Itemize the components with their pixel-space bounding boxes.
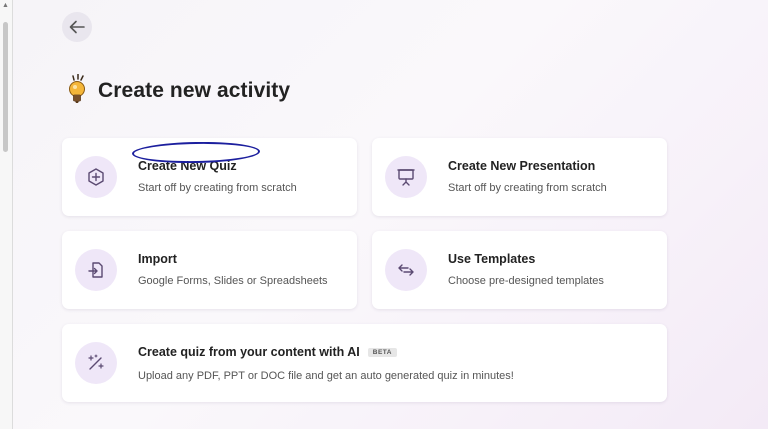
back-button[interactable] [62, 12, 92, 42]
page-title: Create new activity [98, 79, 291, 102]
import-icon [88, 262, 103, 278]
ai-quiz-icon-circle [75, 342, 117, 384]
ai-quiz-subtitle: Upload any PDF, PPT or DOC file and get … [138, 370, 514, 382]
create-new-presentation-card[interactable]: Create New Presentation Start off by cre… [372, 138, 667, 216]
swap-arrows-icon [398, 264, 414, 276]
create-new-quiz-card[interactable]: Create New Quiz Start off by creating fr… [62, 138, 357, 216]
create-activity-page: Create new activity Create New Quiz Star… [13, 0, 768, 429]
magic-wand-icon [88, 354, 104, 370]
use-templates-title: Use Templates [448, 252, 536, 266]
templates-icon-circle [385, 249, 427, 291]
create-new-presentation-subtitle: Start off by creating from scratch [448, 182, 607, 194]
create-quiz-with-ai-card[interactable]: Create quiz from your content with AI BET… [62, 324, 667, 402]
plus-circle-icon [88, 168, 104, 186]
title-row: Create new activity [64, 74, 290, 108]
scroll-up-icon[interactable]: ▲ [2, 2, 9, 9]
import-subtitle: Google Forms, Slides or Spreadsheets [138, 275, 328, 287]
back-arrow-icon [69, 20, 85, 34]
ai-quiz-title-row: Create quiz from your content with AI BET… [138, 345, 397, 359]
lightbulb-icon [69, 74, 85, 103]
create-new-presentation-title: Create New Presentation [448, 159, 596, 173]
use-templates-subtitle: Choose pre-designed templates [448, 275, 604, 287]
create-quiz-icon-circle [75, 156, 117, 198]
left-scrollbar[interactable]: ▲ [0, 0, 13, 429]
import-icon-circle [75, 249, 117, 291]
beta-badge: BETA [367, 348, 397, 357]
use-templates-card[interactable]: Use Templates Choose pre-designed templa… [372, 231, 667, 309]
ai-quiz-title: Create quiz from your content with AI [138, 345, 360, 359]
create-new-quiz-subtitle: Start off by creating from scratch [138, 182, 297, 194]
create-new-quiz-title: Create New Quiz [138, 159, 237, 173]
import-card[interactable]: Import Google Forms, Slides or Spreadshe… [62, 231, 357, 309]
import-title: Import [138, 252, 177, 266]
create-presentation-icon-circle [385, 156, 427, 198]
presentation-icon [397, 169, 415, 186]
scrollbar-thumb[interactable] [3, 22, 8, 152]
